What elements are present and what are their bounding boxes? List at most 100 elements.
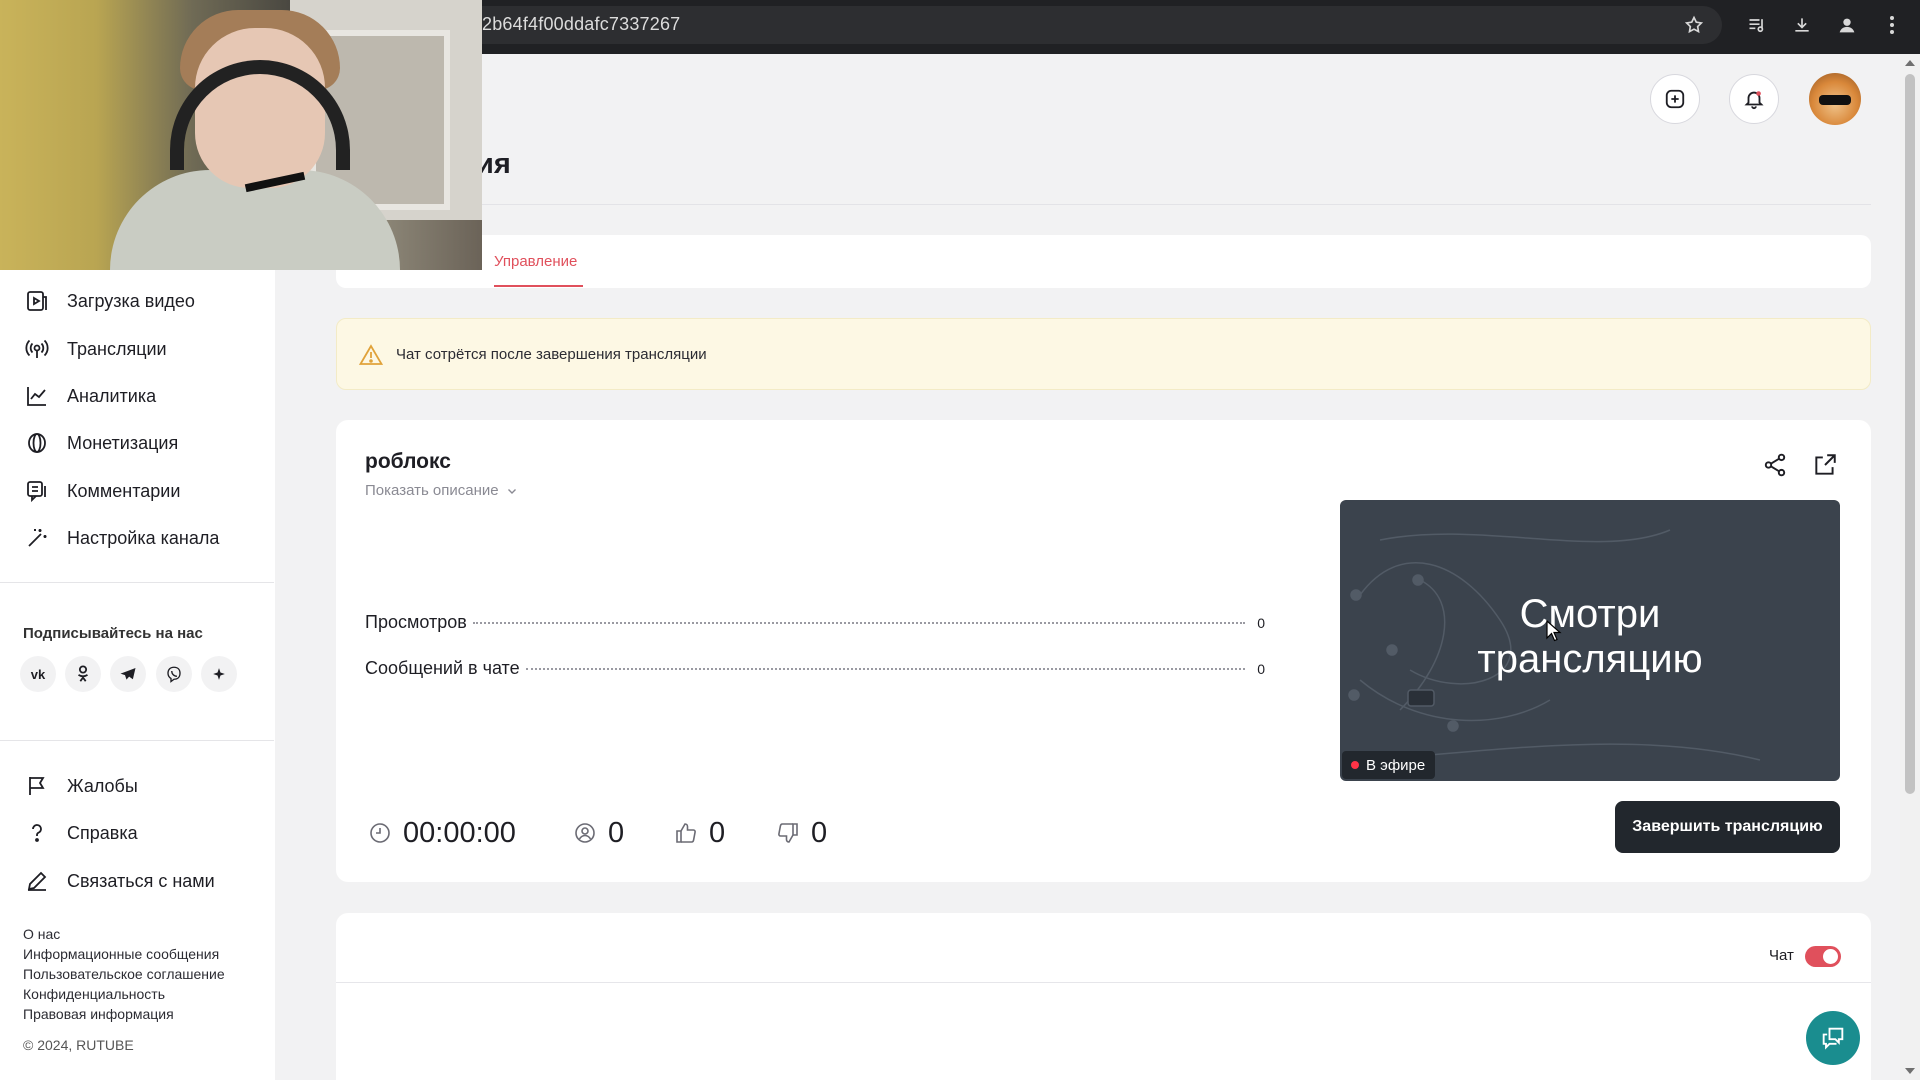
sidebar-item-label: Монетизация [67, 432, 179, 453]
odnoklassniki-icon[interactable] [65, 656, 101, 692]
clock-icon [367, 820, 393, 846]
tab-manage[interactable]: Управление [494, 253, 577, 270]
coin-icon [24, 430, 50, 456]
analytics-icon [24, 383, 50, 409]
sidebar-item-upload[interactable]: Загрузка видео [24, 285, 195, 317]
comments-icon [24, 478, 50, 504]
live-badge-label: В эфире [1366, 756, 1426, 774]
sidebar-item-label: Комментарии [67, 480, 181, 501]
tab-active-indicator [494, 285, 583, 287]
external-link-icon[interactable] [1812, 452, 1838, 478]
sidebar-item-label: Справка [67, 822, 138, 843]
stream-title: роблокс [365, 450, 451, 473]
vk-icon[interactable]: vk [20, 656, 56, 692]
help-icon [24, 820, 50, 846]
chat-toggle[interactable] [1805, 946, 1841, 967]
avatar-glasses [1819, 95, 1851, 105]
profile-icon[interactable] [1834, 12, 1860, 38]
footer-link-terms[interactable]: Пользовательское соглашение [23, 966, 225, 982]
browser-menu-icon[interactable] [1879, 12, 1905, 38]
alert-text: Чат сотрётся после завершения трансляции [396, 346, 707, 363]
end-stream-button[interactable]: Завершить трансляцию [1615, 801, 1840, 853]
sidebar-item-contact[interactable]: Связаться с нами [24, 865, 215, 897]
sparkle-icon[interactable] [201, 656, 237, 692]
user-circle-icon [572, 820, 598, 846]
sidebar-item-analytics[interactable]: Аналитика [24, 380, 156, 412]
sidebar-item-monetization[interactable]: Монетизация [24, 427, 178, 459]
support-chat-button[interactable] [1806, 1011, 1860, 1065]
scroll-down-arrow-icon[interactable] [1905, 1068, 1915, 1074]
dislikes-value: 0 [811, 816, 828, 849]
thumbs-up-icon [673, 820, 699, 846]
sidebar-item-label: Связаться с нами [67, 870, 215, 891]
show-description-toggle[interactable]: Показать описание [365, 482, 517, 499]
sidebar-item-label: Аналитика [67, 385, 157, 406]
stat-label: Просмотров [365, 612, 467, 632]
scroll-thumb[interactable] [1905, 74, 1915, 794]
address-bar-url[interactable]: 2b64f4f00ddafc7337267 [482, 14, 680, 35]
flag-icon [24, 773, 50, 799]
chat-toggle-label: Чат [1769, 947, 1794, 964]
sidebar-item-label: Трансляции [67, 338, 167, 359]
edit-icon [24, 868, 50, 894]
stat-value: 0 [1257, 661, 1265, 677]
footer-link-info[interactable]: Информационные сообщения [23, 946, 219, 962]
duration-value: 00:00:00 [403, 816, 516, 849]
add-icon [1665, 89, 1685, 109]
live-dot-icon [1351, 761, 1359, 769]
telegram-icon[interactable] [110, 656, 146, 692]
stat-value: 0 [1257, 615, 1265, 631]
sidebar-item-label: Настройка канала [67, 527, 220, 548]
likes-counter: 0 [673, 816, 725, 850]
sidebar-item-label: Жалобы [67, 775, 138, 796]
likes-value: 0 [709, 816, 726, 849]
sidebar-divider [0, 582, 274, 583]
footer-link-privacy[interactable]: Конфиденциальность [23, 986, 165, 1002]
broadcast-icon [24, 336, 50, 362]
magic-wand-icon [24, 525, 50, 551]
sidebar-item-complaints[interactable]: Жалобы [24, 770, 138, 802]
chat-divider [336, 982, 1871, 983]
sidebar-item-label: Загрузка видео [67, 290, 195, 311]
sidebar-divider [0, 740, 274, 741]
chat-bubbles-icon [1822, 1027, 1844, 1050]
video-upload-icon [24, 288, 50, 314]
sidebar-item-broadcasts[interactable]: Трансляции [24, 333, 167, 365]
dislikes-counter: 0 [775, 816, 827, 850]
sidebar-item-channel-settings[interactable]: Настройка канала [24, 522, 219, 554]
live-badge: В эфире [1342, 751, 1436, 779]
preview-text-line1: Смотри [1519, 592, 1661, 636]
sidebar-item-comments[interactable]: Комментарии [24, 475, 180, 507]
mouse-cursor-icon [1546, 620, 1562, 642]
follow-us-title: Подписывайтесь на нас [23, 625, 203, 642]
preview-text-line2: трансляцию [1477, 637, 1703, 681]
scroll-up-arrow-icon[interactable] [1905, 60, 1915, 66]
chat-card [336, 913, 1871, 1080]
stat-views: Просмотров 0 [365, 612, 1265, 636]
stat-leader [472, 622, 1245, 624]
chevron-down-icon [507, 488, 516, 494]
viewers-value: 0 [608, 816, 625, 849]
stat-leader [525, 668, 1245, 670]
bell-icon [1744, 91, 1764, 110]
bookmark-star-icon[interactable] [1681, 12, 1707, 38]
create-button[interactable] [1650, 74, 1700, 124]
show-description-label: Показать описание [365, 482, 499, 499]
footer-link-legal[interactable]: Правовая информация [23, 1006, 174, 1022]
viber-icon[interactable] [156, 656, 192, 692]
footer-link-about[interactable]: О нас [23, 926, 60, 942]
duration-counter: 00:00:00 [367, 816, 516, 850]
sidebar-item-help[interactable]: Справка [24, 817, 138, 849]
copyright: © 2024, RUTUBE [23, 1037, 134, 1053]
toggle-knob [1823, 949, 1838, 964]
download-icon[interactable] [1789, 12, 1815, 38]
warning-icon [359, 344, 383, 365]
preview-text: Смотри трансляцию [1340, 592, 1840, 682]
viewers-counter: 0 [572, 816, 624, 850]
media-queue-icon[interactable] [1744, 12, 1770, 38]
user-avatar[interactable] [1809, 73, 1861, 125]
notifications-button[interactable] [1729, 74, 1779, 124]
stat-label: Сообщений в чате [365, 658, 520, 678]
stream-preview[interactable]: Смотри трансляцию [1340, 500, 1840, 781]
share-icon[interactable] [1762, 452, 1788, 478]
